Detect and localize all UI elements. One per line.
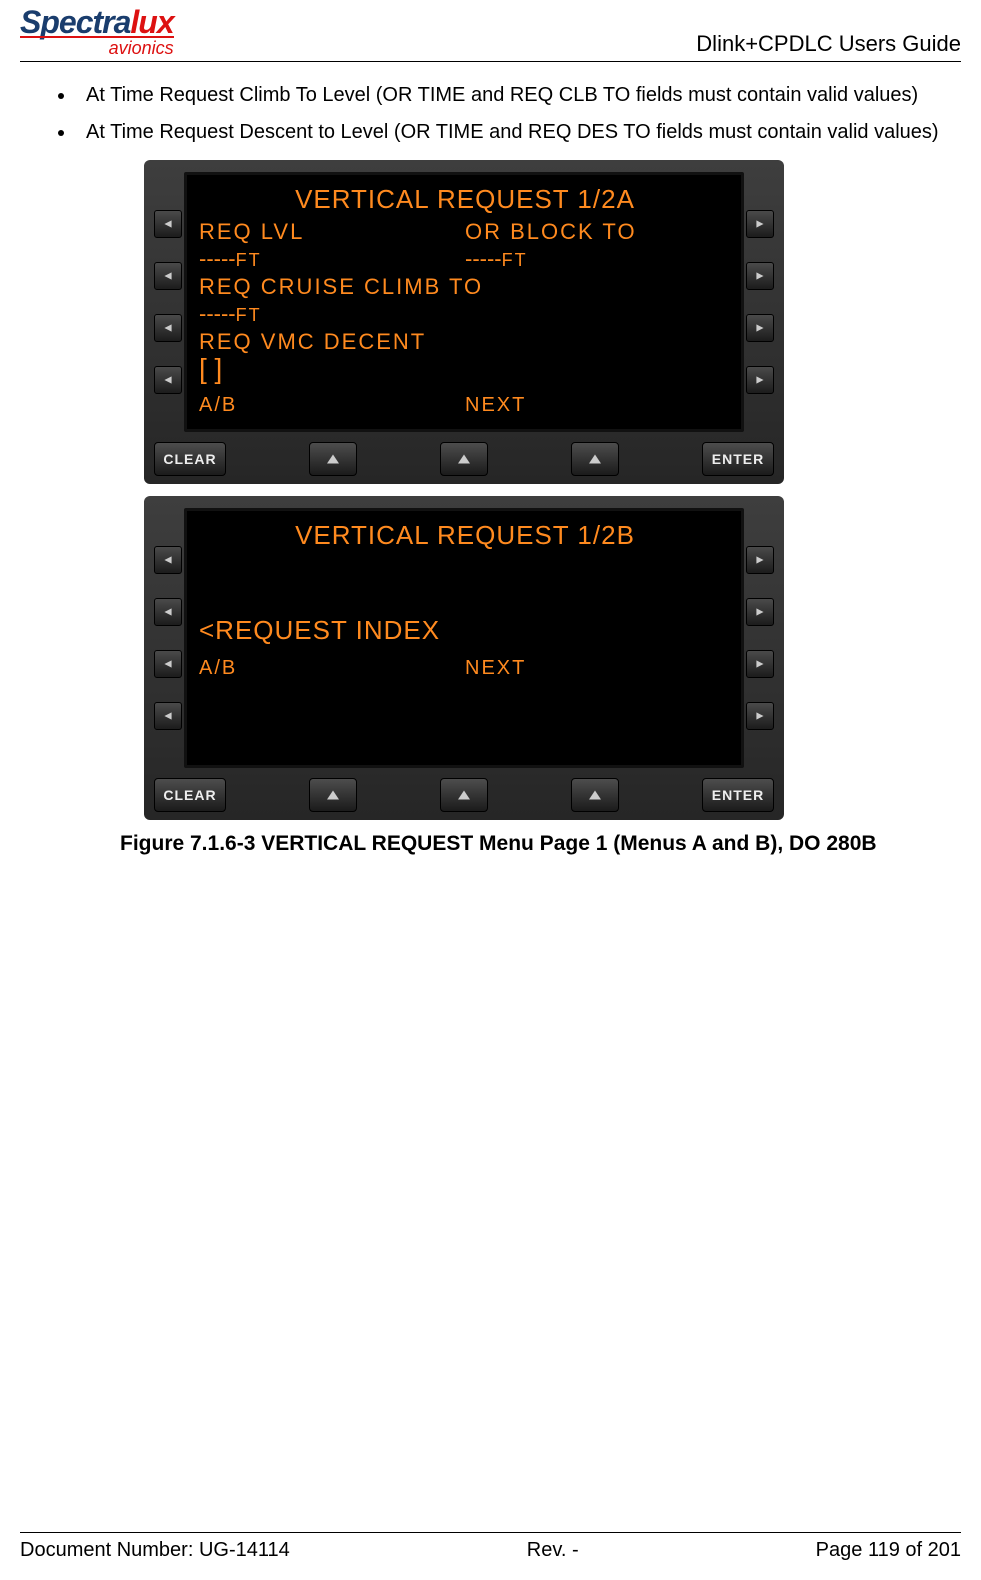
logo-main: Spectralux xyxy=(20,6,174,38)
up-arrow-button[interactable] xyxy=(309,778,357,812)
footer-ab[interactable]: A/B xyxy=(199,393,465,418)
label-req-cruise-climb: REQ CRUISE CLIMB TO xyxy=(199,273,731,301)
footer-docnum: Document Number: UG-14114 xyxy=(20,1539,290,1562)
up-arrow-button[interactable] xyxy=(440,442,488,476)
lsk-l2[interactable] xyxy=(154,598,182,626)
field-vmc-descent[interactable]: [ ] xyxy=(199,355,731,383)
bottom-button-row: CLEAR ENTER xyxy=(152,442,776,476)
lsk-l3[interactable] xyxy=(154,650,182,678)
left-lsk-column xyxy=(152,508,184,768)
lsk-l4[interactable] xyxy=(154,702,182,730)
up-arrow-button[interactable] xyxy=(571,778,619,812)
request-index-link[interactable]: <REQUEST INDEX xyxy=(199,614,731,647)
bullet-item: At Time Request Descent to Level (OR TIM… xyxy=(76,117,951,148)
page-footer: Document Number: UG-14114 Rev. - Page 11… xyxy=(20,1532,961,1562)
bullet-list: At Time Request Climb To Level (OR TIME … xyxy=(50,80,951,148)
clear-button[interactable]: CLEAR xyxy=(154,778,226,812)
cdu-screen-a: VERTICAL REQUEST 1/2A REQ LVL OR BLOCK T… xyxy=(184,172,744,432)
enter-button[interactable]: ENTER xyxy=(702,778,774,812)
page-header: Spectralux avionics Dlink+CPDLC Users Gu… xyxy=(20,0,961,62)
right-lsk-column xyxy=(744,172,776,432)
label-req-lvl: REQ LVL xyxy=(199,218,465,246)
left-lsk-column xyxy=(152,172,184,432)
label-req-vmc-descent: REQ VMC DECENT xyxy=(199,328,731,356)
footer-next[interactable]: NEXT xyxy=(465,656,526,681)
lsk-r3[interactable] xyxy=(746,314,774,342)
figure-caption: Figure 7.1.6-3 VERTICAL REQUEST Menu Pag… xyxy=(120,832,951,856)
lsk-l2[interactable] xyxy=(154,262,182,290)
right-lsk-column xyxy=(744,508,776,768)
unit-ft: FT xyxy=(502,250,528,270)
field-block-to[interactable]: ----- xyxy=(465,246,502,271)
field-cruise-climb[interactable]: ----- xyxy=(199,301,236,326)
lsk-l4[interactable] xyxy=(154,366,182,394)
enter-button[interactable]: ENTER xyxy=(702,442,774,476)
content: At Time Request Climb To Level (OR TIME … xyxy=(20,62,961,856)
lsk-r2[interactable] xyxy=(746,598,774,626)
cdu-screen-b: VERTICAL REQUEST 1/2B <REQUEST INDEX A/B… xyxy=(184,508,744,768)
lsk-l1[interactable] xyxy=(154,546,182,574)
footer-ab[interactable]: A/B xyxy=(199,656,465,681)
lsk-l3[interactable] xyxy=(154,314,182,342)
document-title: Dlink+CPDLC Users Guide xyxy=(696,31,961,57)
cdu-device-b: VERTICAL REQUEST 1/2B <REQUEST INDEX A/B… xyxy=(144,496,784,820)
unit-ft: FT xyxy=(236,305,262,325)
footer-rev: Rev. - xyxy=(527,1539,579,1562)
lsk-r4[interactable] xyxy=(746,702,774,730)
up-arrow-button[interactable] xyxy=(571,442,619,476)
lsk-r1[interactable] xyxy=(746,546,774,574)
lsk-r4[interactable] xyxy=(746,366,774,394)
clear-button[interactable]: CLEAR xyxy=(154,442,226,476)
bullet-item: At Time Request Climb To Level (OR TIME … xyxy=(76,80,951,111)
screen-title: VERTICAL REQUEST 1/2B xyxy=(199,519,731,552)
bottom-button-row: CLEAR ENTER xyxy=(152,778,776,812)
up-arrow-button[interactable] xyxy=(440,778,488,812)
lsk-r2[interactable] xyxy=(746,262,774,290)
unit-ft: FT xyxy=(236,250,262,270)
lsk-r1[interactable] xyxy=(746,210,774,238)
field-req-lvl[interactable]: ----- xyxy=(199,246,236,271)
up-arrow-button[interactable] xyxy=(309,442,357,476)
cdu-device-a: VERTICAL REQUEST 1/2A REQ LVL OR BLOCK T… xyxy=(144,160,784,484)
footer-next[interactable]: NEXT xyxy=(465,393,526,418)
label-or-block-to: OR BLOCK TO xyxy=(465,218,731,246)
lsk-r3[interactable] xyxy=(746,650,774,678)
footer-page: Page 119 of 201 xyxy=(816,1539,961,1562)
logo: Spectralux avionics xyxy=(20,6,174,57)
screen-title: VERTICAL REQUEST 1/2A xyxy=(199,183,731,216)
lsk-l1[interactable] xyxy=(154,210,182,238)
logo-sub: avionics xyxy=(20,36,174,57)
